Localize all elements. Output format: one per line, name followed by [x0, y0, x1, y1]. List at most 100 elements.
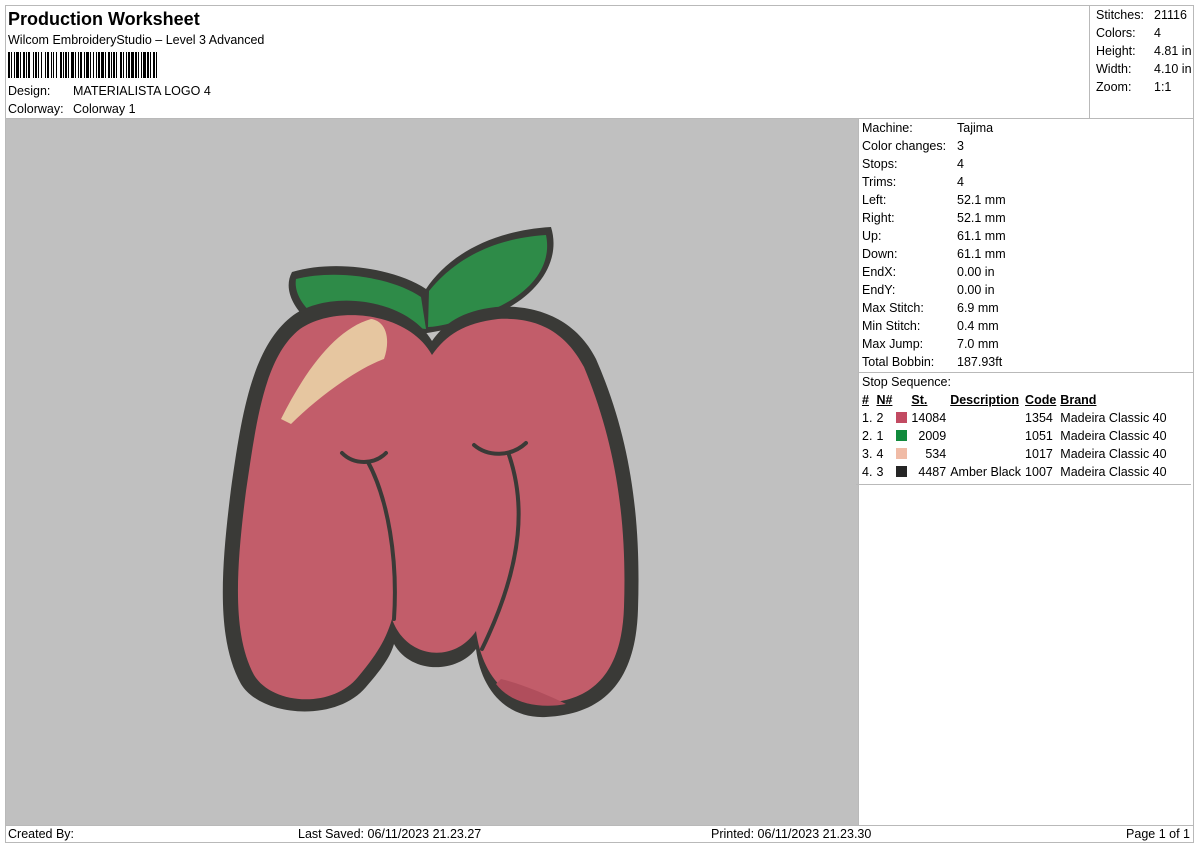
machine-info-value: 187.93ft — [957, 355, 1003, 369]
machine-info-label: Down: — [862, 247, 898, 261]
stop-color-swatch — [896, 427, 911, 445]
software-name: Wilcom EmbroideryStudio – Level 3 Advanc… — [8, 33, 265, 47]
stop-color-swatch — [896, 463, 911, 481]
machine-info-row: Stops: 4 — [859, 155, 1194, 173]
stop-sequence-heading: Stop Sequence: — [859, 372, 1194, 391]
color-swatch — [896, 466, 908, 477]
color-swatch — [896, 448, 908, 459]
machine-info-row: Trims: 4 — [859, 173, 1194, 191]
design-preview — [6, 119, 859, 825]
col-brand: Brand — [1060, 393, 1097, 407]
machine-info-row: Max Stitch: 6.9 mm — [859, 299, 1194, 317]
barcode — [8, 52, 308, 78]
machine-info-value: 4 — [957, 175, 964, 189]
stop-index: 3. — [862, 447, 873, 461]
stop-stitches: 2009 — [918, 429, 947, 443]
color-swatch — [896, 412, 908, 423]
machine-info-row: Left: 52.1 mm — [859, 191, 1194, 209]
machine-info-value: 4 — [957, 157, 964, 171]
height-label: Height: — [1096, 44, 1136, 58]
machine-info-label: Color changes: — [862, 139, 947, 153]
created-by: Created By: — [8, 827, 75, 841]
machine-info-label: Up: — [862, 229, 882, 243]
machine-info-value: 6.9 mm — [957, 301, 999, 315]
page-title: Production Worksheet — [8, 9, 200, 29]
stop-brand: Madeira Classic 40 — [1060, 465, 1167, 479]
machine-info-label: EndX: — [862, 265, 897, 279]
height-value: 4.81 in — [1154, 44, 1192, 58]
col-needle: N# — [876, 393, 893, 407]
machine-info-label: Max Stitch: — [862, 301, 924, 315]
stop-description — [950, 427, 1025, 445]
stop-row: 1. 2 14084 1354 Madeira Classic 40 — [862, 409, 1171, 427]
stop-code: 1017 — [1025, 447, 1053, 461]
machine-info-value: 0.4 mm — [957, 319, 999, 333]
stop-stitches: 534 — [925, 447, 947, 461]
machine-info-label: Max Jump: — [862, 337, 924, 351]
stop-color-swatch — [896, 409, 911, 427]
machine-info-value: 52.1 mm — [957, 211, 1006, 225]
machine-info-label: Right: — [862, 211, 895, 225]
footer: Created By: Last Saved: 06/11/2023 21.23… — [5, 825, 1194, 843]
stitches-row: Stitches: 21116 — [1096, 6, 1194, 24]
stop-sequence-header-row: # N# St. Description Code Brand — [862, 391, 1171, 409]
embroidery-design-image — [222, 227, 639, 718]
machine-info-value: 7.0 mm — [957, 337, 999, 351]
machine-info-row: Max Jump: 7.0 mm — [859, 335, 1194, 353]
last-saved: Last Saved: 06/11/2023 21.23.27 — [298, 827, 482, 841]
stop-color-swatch — [896, 445, 911, 463]
summary-panel: Stitches: 21116 Colors: 4 Height: 4.81 in W… — [1089, 6, 1194, 118]
machine-info-label: Trims: — [862, 175, 897, 189]
barcode-bar — [157, 52, 159, 78]
design-value: MATERIALISTA LOGO 4 — [73, 84, 211, 98]
stop-code: 1051 — [1025, 429, 1053, 443]
design-label: Design: — [8, 84, 51, 98]
machine-info-label: Machine: — [862, 121, 913, 135]
colors-label: Colors: — [1096, 26, 1136, 40]
machine-info-row: Right: 52.1 mm — [859, 209, 1194, 227]
stop-index: 2. — [862, 429, 873, 443]
machine-info-value: 61.1 mm — [957, 247, 1006, 261]
body-fill — [237, 315, 625, 704]
stop-sequence-divider — [856, 481, 1191, 485]
col-description: Description — [950, 393, 1019, 407]
machine-info-value: 52.1 mm — [957, 193, 1006, 207]
width-label: Width: — [1096, 62, 1132, 76]
page-number: Page 1 of 1 — [1126, 827, 1190, 841]
col-code: Code — [1025, 393, 1057, 407]
colorway-label: Colorway: — [8, 102, 64, 116]
stitches-label: Stitches: — [1096, 8, 1144, 22]
machine-info-row: Down: 61.1 mm — [859, 245, 1194, 263]
worksheet-header: Production Worksheet Wilcom EmbroiderySt… — [8, 8, 308, 118]
col-stitches: St. — [911, 393, 928, 407]
machine-info-list: Machine: Tajima Color changes: 3 Stops: 4 Trim… — [859, 119, 1194, 371]
col-color — [896, 391, 911, 409]
stop-code: 1007 — [1025, 465, 1053, 479]
color-swatch — [896, 430, 908, 441]
machine-info-row: EndX: 0.00 in — [859, 263, 1194, 281]
colorway-value: Colorway 1 — [73, 102, 136, 116]
machine-info-label: Min Stitch: — [862, 319, 921, 333]
stop-needle: 3 — [876, 465, 884, 479]
machine-info-row: Machine: Tajima — [859, 119, 1194, 137]
stop-description — [950, 409, 1025, 427]
machine-info-label: Left: — [862, 193, 887, 207]
zoom-row: Zoom: 1:1 — [1096, 78, 1194, 96]
machine-info-panel: Machine: Tajima Color changes: 3 Stops: 4 Trim… — [856, 119, 1194, 825]
machine-info-value: Tajima — [957, 121, 994, 135]
machine-info-row: Up: 61.1 mm — [859, 227, 1194, 245]
stop-index: 1. — [862, 411, 873, 425]
width-value: 4.10 in — [1154, 62, 1192, 76]
machine-info-label: Stops: — [862, 157, 898, 171]
stop-stitches: 14084 — [911, 411, 947, 425]
printed-date: Printed: 06/11/2023 21.23.30 — [711, 827, 872, 841]
stop-needle: 1 — [876, 429, 884, 443]
stop-brand: Madeira Classic 40 — [1060, 411, 1167, 425]
machine-info-row: Min Stitch: 0.4 mm — [859, 317, 1194, 335]
stop-needle: 2 — [876, 411, 884, 425]
design-row: Design: MATERIALISTA LOGO 4 — [8, 82, 308, 100]
stop-needle: 4 — [876, 447, 884, 461]
height-row: Height: 4.81 in — [1096, 42, 1194, 60]
stitches-value: 21116 — [1154, 8, 1187, 22]
stop-sequence-table: # N# St. Description Code Brand 1. 2 14084… — [862, 391, 1171, 481]
